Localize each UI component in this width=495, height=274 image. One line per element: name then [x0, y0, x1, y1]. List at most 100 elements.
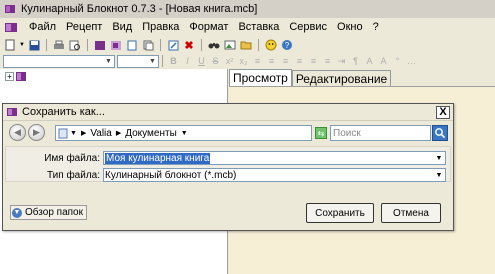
new-dropdown-icon[interactable]: ▼: [19, 39, 25, 51]
delete-icon[interactable]: ✖: [182, 39, 196, 52]
menubar: Файл Рецепт Вид Правка Формат Вставка Се…: [0, 18, 495, 36]
new-file-icon[interactable]: [3, 39, 17, 51]
cancel-button[interactable]: Отмена: [381, 203, 441, 223]
recipe-card-icon[interactable]: [109, 39, 123, 51]
help-icon[interactable]: ?: [280, 39, 294, 51]
dialog-titlebar: Сохранить как...: [3, 104, 453, 121]
italic-icon[interactable]: I: [181, 55, 194, 67]
more-icon[interactable]: …: [405, 55, 418, 67]
app-book-icon: [5, 5, 15, 13]
font-size-combo[interactable]: ▼: [117, 54, 159, 68]
menu-recipe[interactable]: Рецепт: [61, 21, 107, 33]
bold-icon[interactable]: B: [167, 55, 180, 67]
menu-service[interactable]: Сервис: [284, 21, 332, 33]
address-bar[interactable]: ▼ ▶ Valia ▶ Документы ▼: [55, 125, 312, 141]
edit-pencil-icon[interactable]: [166, 39, 180, 51]
menu-window[interactable]: Окно: [332, 21, 368, 33]
content-tabs: Просмотр Редактирование: [229, 69, 495, 87]
breadcrumb-user[interactable]: Valia: [88, 128, 114, 139]
menu-view[interactable]: Вид: [107, 21, 137, 33]
menu-help[interactable]: ?: [368, 21, 384, 33]
app-titlebar: Кулинарный Блокнот 0.7.3 - [Новая книга.…: [0, 0, 495, 18]
refresh-icon[interactable]: ⇆: [315, 127, 327, 139]
menu-insert[interactable]: Вставка: [233, 21, 284, 33]
dialog-title: Сохранить как...: [22, 106, 105, 118]
menu-file[interactable]: Файл: [24, 21, 61, 33]
superscript-icon[interactable]: x²: [223, 55, 236, 67]
find-binoculars-icon[interactable]: [207, 39, 221, 51]
chevron-down-icon[interactable]: ▼: [70, 130, 77, 137]
document-icon[interactable]: [125, 39, 139, 51]
copy-doc-icon[interactable]: [141, 39, 155, 51]
main-toolbar: ▼ ✖ ?: [0, 37, 495, 53]
toolbar-separator: [162, 55, 163, 67]
strike-icon[interactable]: S: [209, 55, 222, 67]
align-left-icon[interactable]: ≡: [279, 55, 292, 67]
align-center-icon[interactable]: ≡: [293, 55, 306, 67]
filetype-row: Тип файла: Кулинарный блокнот (*.mcb) ▼: [6, 168, 446, 182]
print-icon[interactable]: [52, 39, 66, 51]
toolbar-separator: [160, 39, 161, 51]
chevron-down-icon: ▼: [12, 207, 22, 218]
preview-icon[interactable]: [68, 39, 82, 51]
subscript-icon[interactable]: x₂: [237, 55, 250, 67]
folder-icon[interactable]: [239, 39, 253, 51]
chevron-down-icon[interactable]: ▼: [433, 152, 445, 164]
search-icon[interactable]: [432, 125, 448, 141]
picture-icon[interactable]: [223, 39, 237, 51]
smiley-icon[interactable]: [264, 39, 278, 51]
style-icon[interactable]: A: [363, 55, 376, 67]
filename-value[interactable]: Моя кулинарная книга: [105, 152, 211, 164]
filetype-select[interactable]: Кулинарный блокнот (*.mcb) ▼: [103, 168, 446, 182]
tab-view[interactable]: Просмотр: [229, 69, 292, 86]
file-fields-panel: Имя файла: Моя кулинарная книга ▼ Тип фа…: [5, 146, 451, 182]
app-title: Кулинарный Блокнот 0.7.3 - [Новая книга.…: [21, 3, 258, 15]
svg-text:?: ?: [285, 41, 290, 50]
toolbar-separator: [87, 39, 88, 51]
tab-edit[interactable]: Редактирование: [291, 70, 392, 86]
folder-path-icon: [58, 128, 68, 138]
degree-icon[interactable]: °: [391, 55, 404, 67]
toolbar-separator: [46, 39, 47, 51]
paragraph-icon[interactable]: ¶: [349, 55, 362, 67]
save-icon[interactable]: [27, 39, 41, 51]
save-as-dialog: Сохранить как... X ◀ ▶ ▼ ▶ Valia ▶ Докум…: [2, 103, 454, 231]
browse-folders-label: Обзор папок: [25, 207, 83, 218]
tree-root[interactable]: +: [5, 72, 26, 81]
search-input[interactable]: Поиск: [330, 125, 431, 141]
underline-icon[interactable]: U: [195, 55, 208, 67]
filename-label: Имя файла:: [44, 152, 100, 164]
indent-icon[interactable]: ⇥: [335, 55, 348, 67]
filename-field[interactable]: Моя кулинарная книга ▼: [103, 151, 446, 165]
close-button[interactable]: X: [436, 106, 450, 119]
back-button[interactable]: ◀: [9, 124, 26, 141]
chevron-right-icon[interactable]: ▶: [116, 129, 121, 137]
menu-format[interactable]: Формат: [184, 21, 233, 33]
color-icon[interactable]: A: [377, 55, 390, 67]
number-list-icon[interactable]: ≡: [265, 55, 278, 67]
chevron-down-icon[interactable]: ▼: [103, 56, 114, 67]
chevron-down-icon[interactable]: ▼: [181, 130, 188, 137]
filetype-label: Тип файла:: [47, 169, 100, 181]
toolbar-separator: [201, 39, 202, 51]
chevron-right-icon[interactable]: ▶: [81, 129, 86, 137]
justify-icon[interactable]: ≡: [321, 55, 334, 67]
filetype-value[interactable]: Кулинарный блокнот (*.mcb): [105, 170, 236, 181]
save-button[interactable]: Сохранить: [306, 203, 374, 223]
bullet-list-icon[interactable]: ≡: [251, 55, 264, 67]
dialog-navbar: ◀ ▶ ▼ ▶ Valia ▶ Документы ▼ ⇆ Поиск: [3, 122, 453, 144]
dialog-book-icon: [7, 108, 17, 116]
chevron-down-icon[interactable]: ▼: [433, 169, 445, 181]
recipe-book-icon[interactable]: [93, 39, 107, 51]
format-toolbar: ▼ ▼ B I U S x² x₂ ≡ ≡ ≡ ≡ ≡ ≡ ⇥ ¶ A A ° …: [0, 53, 495, 69]
menu-edit[interactable]: Правка: [137, 21, 184, 33]
forward-button[interactable]: ▶: [28, 124, 45, 141]
align-right-icon[interactable]: ≡: [307, 55, 320, 67]
font-name-combo[interactable]: ▼: [3, 54, 115, 68]
expand-icon[interactable]: +: [5, 72, 14, 81]
chevron-down-icon[interactable]: ▼: [147, 56, 158, 67]
menu-book-icon[interactable]: [4, 21, 18, 33]
toolbar-separator: [258, 39, 259, 51]
browse-folders-button[interactable]: ▼ Обзор папок: [10, 205, 87, 220]
breadcrumb-folder[interactable]: Документы: [123, 128, 179, 139]
